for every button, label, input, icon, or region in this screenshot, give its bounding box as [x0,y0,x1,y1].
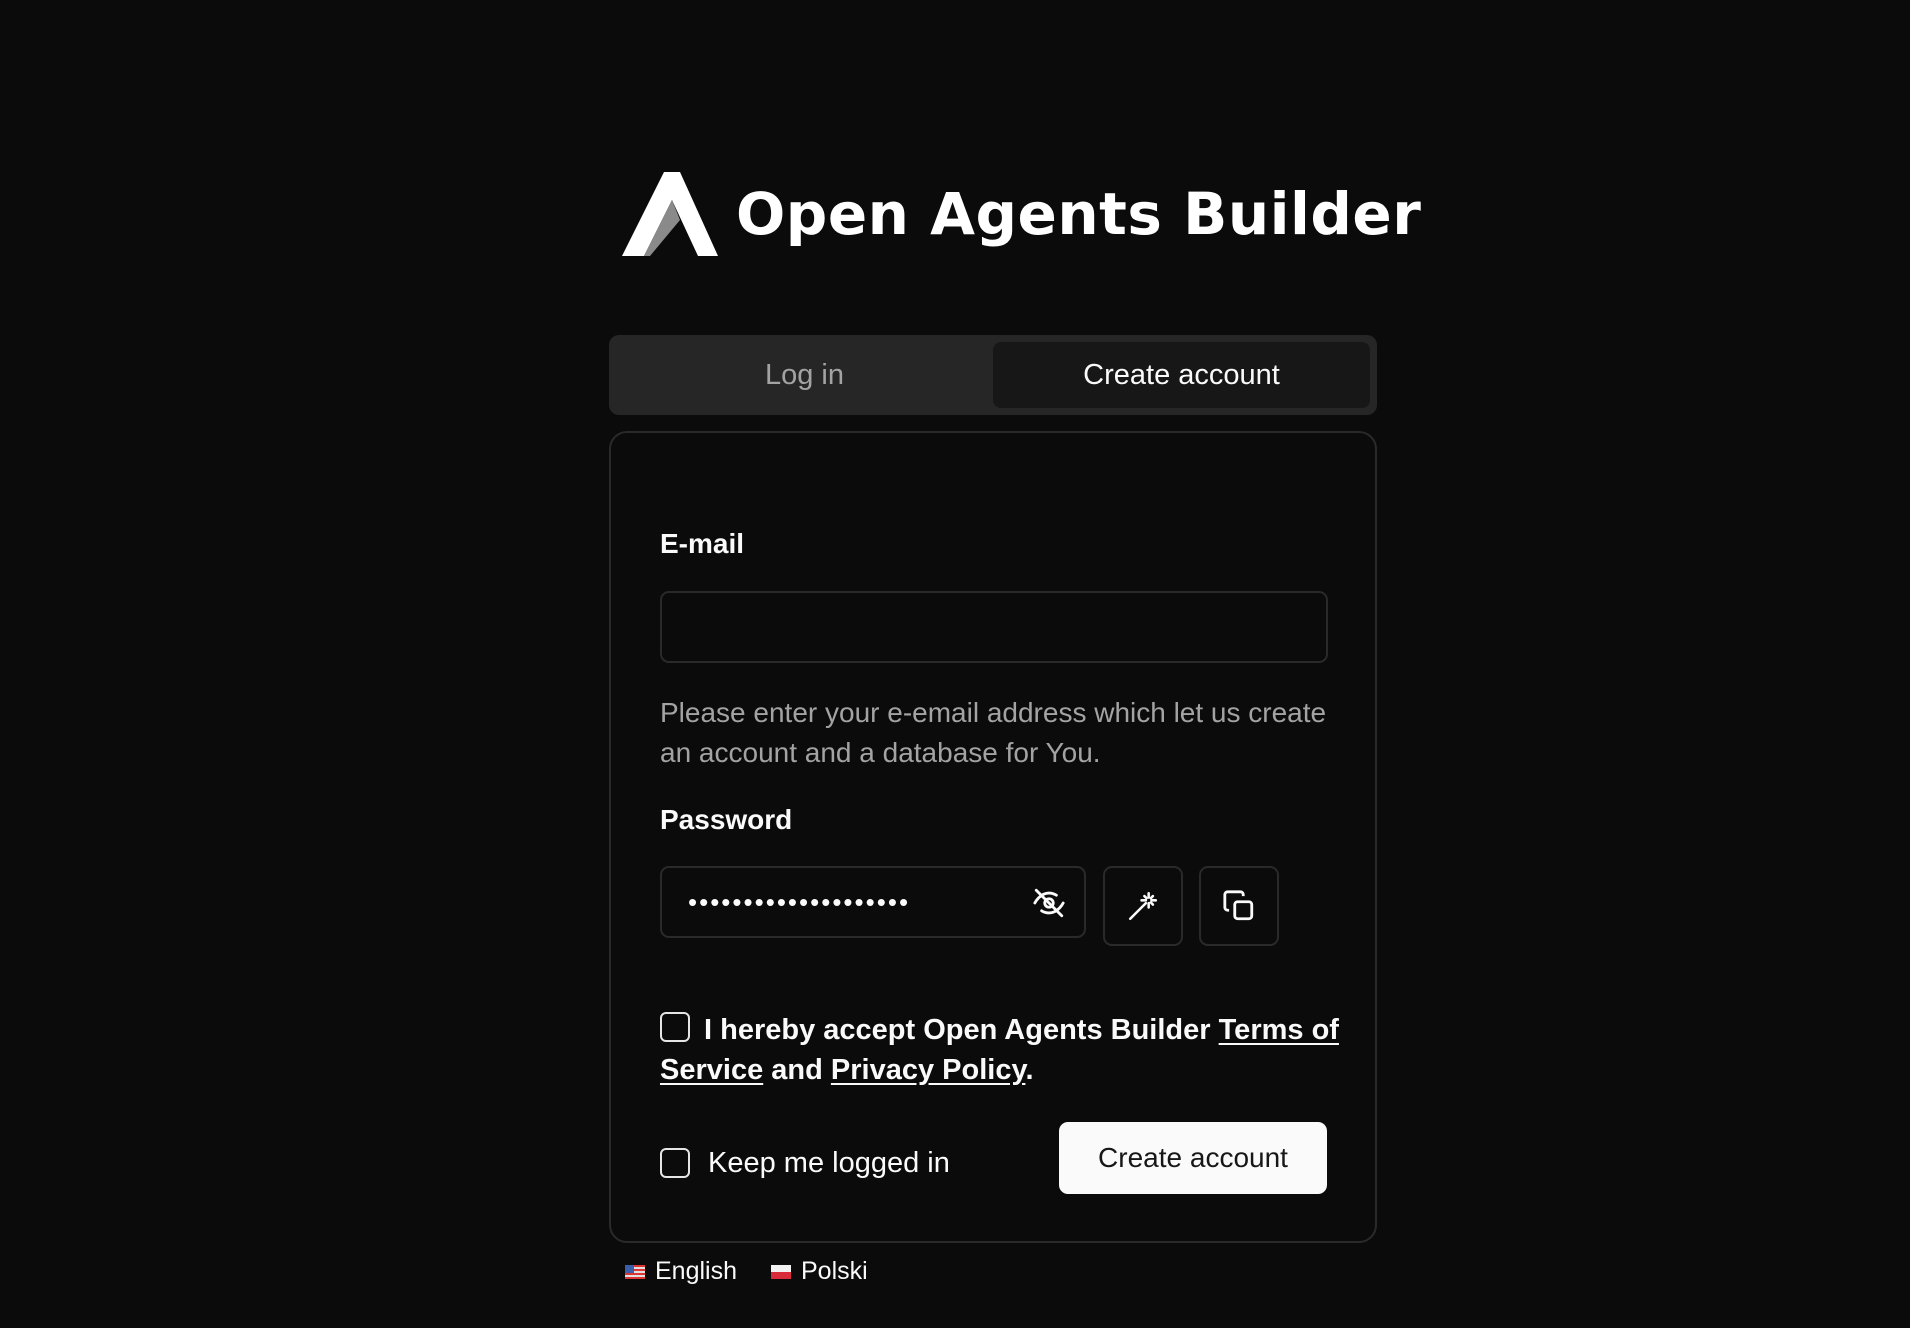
terms-checkbox[interactable] [660,1012,690,1042]
pl-flag-icon [771,1264,791,1279]
tab-create-account[interactable]: Create account [993,342,1370,408]
terms-suffix: . [1025,1054,1034,1086]
logo-mark-icon [622,172,718,256]
create-account-button[interactable]: Create account [1059,1122,1327,1194]
language-polski-label: Polski [801,1257,868,1285]
terms-consent: I hereby accept Open Agents Builder Term… [660,1010,1340,1090]
language-polski[interactable]: Polski [771,1257,868,1286]
password-value: •••••••••••••••••••• [688,887,911,917]
create-account-page: Open Agents Builder Log in Create accoun… [0,0,1910,1328]
terms-and: and [771,1054,823,1086]
auth-tabs: Log in Create account [609,335,1377,415]
keep-logged-in-label: Keep me logged in [708,1146,950,1179]
copy-password-button[interactable] [1199,866,1279,946]
keep-logged-in-checkbox[interactable] [660,1148,690,1178]
tab-log-in[interactable]: Log in [616,342,993,408]
terms-prefix: I hereby accept Open Agents Builder [704,1014,1211,1046]
generate-password-button[interactable] [1103,866,1183,946]
password-field[interactable]: •••••••••••••••••••• [660,866,1086,938]
language-english-label: English [655,1257,737,1285]
magic-wand-icon [1128,891,1158,921]
password-label: Password [660,804,793,835]
language-english[interactable]: English [625,1257,737,1286]
us-flag-icon [625,1264,645,1279]
email-field[interactable] [660,591,1328,663]
email-help-text: Please enter your e-email address which … [660,697,1327,768]
privacy-policy-link[interactable]: Privacy Policy [831,1054,1026,1086]
brand-name: Open Agents Builder [736,180,1422,248]
language-switcher: English Polski [625,1257,868,1286]
copy-icon [1223,890,1254,921]
email-label: E-mail [660,528,745,559]
eye-off-icon[interactable] [1032,886,1066,920]
keep-logged-in: Keep me logged in [660,1143,950,1183]
brand-logo: Open Agents Builder [622,172,1421,256]
create-account-card: E-mail Please enter your e-email address… [609,431,1377,1243]
